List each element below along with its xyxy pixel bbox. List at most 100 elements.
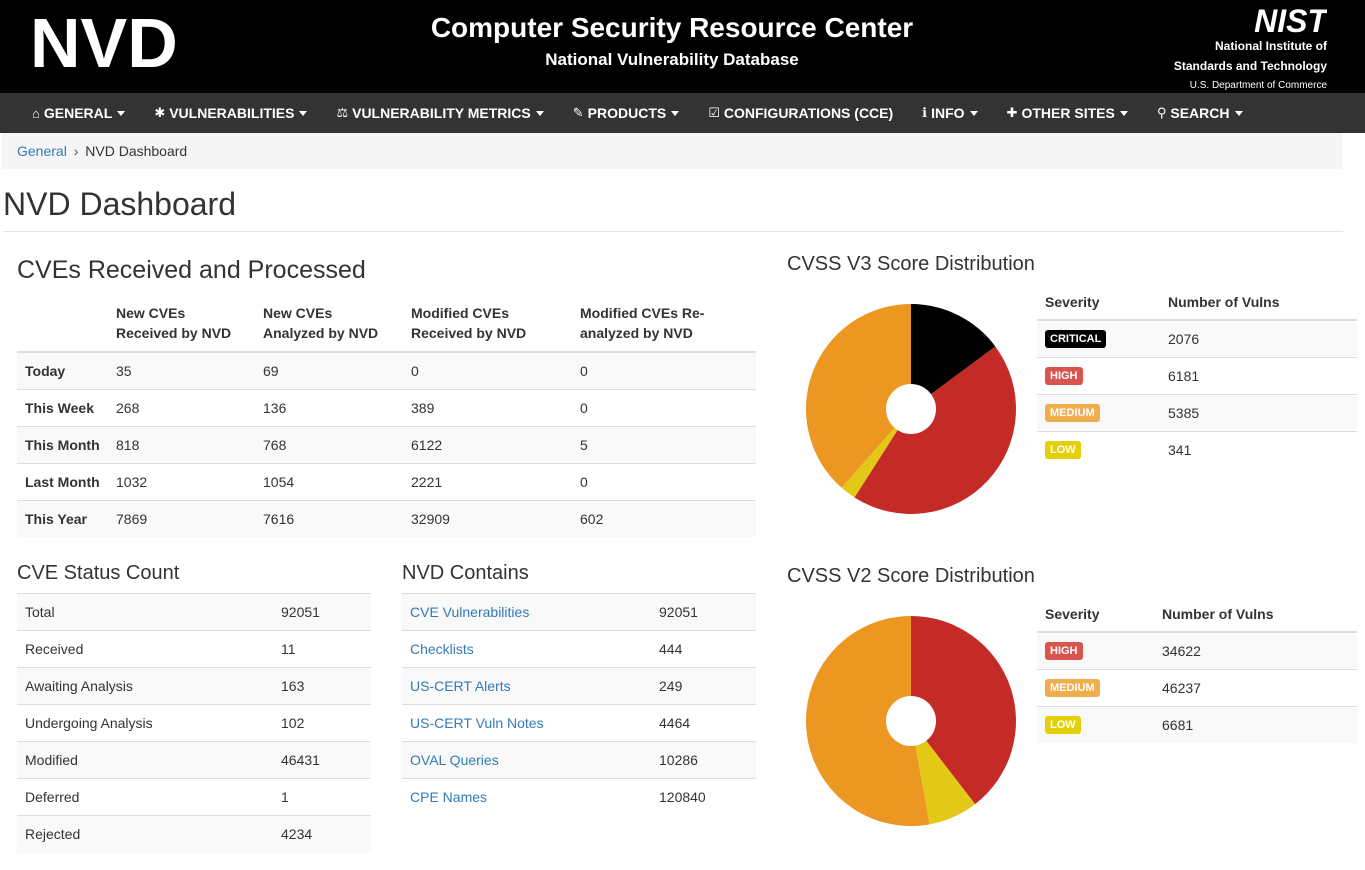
cves-cell: 69 xyxy=(255,351,403,389)
nist-name-line1: National Institute of xyxy=(1215,39,1327,53)
cvss-v3-header-severity: Severity xyxy=(1037,284,1160,321)
status-value: 102 xyxy=(273,704,371,742)
nav-products[interactable]: ✎ PRODUCTS xyxy=(573,93,680,133)
nist-logo-text: NIST xyxy=(1254,6,1327,34)
contains-label-cell: CPE Names xyxy=(402,778,651,816)
severity-badge: MEDIUM xyxy=(1045,679,1100,697)
nist-name-line2: Standards and Technology xyxy=(1173,59,1327,73)
status-table: Total 92051 Received 11 Awaiting Analysis 163… xyxy=(17,593,371,853)
status-label: Modified xyxy=(17,741,273,779)
severity-badge: HIGH xyxy=(1045,642,1083,661)
nav-search[interactable]: ⚲ SEARCH xyxy=(1157,93,1243,133)
contains-row: CPE Names 120840 xyxy=(402,778,756,816)
pie-center-hole xyxy=(886,384,936,434)
cves-header-row: New CVEs Received by NVD New CVEs Analyz… xyxy=(17,297,756,353)
nvd-subtitle[interactable]: National Vulnerability Database xyxy=(0,50,1344,70)
severity-cell: MEDIUM xyxy=(1037,393,1160,431)
nav-label: VULNERABILITIES xyxy=(169,105,295,121)
nav-vulnerability-metrics[interactable]: ⚖ VULNERABILITY METRICS xyxy=(336,93,544,133)
cvss-v3-pie-chart xyxy=(806,304,1017,514)
status-row: Received 11 xyxy=(17,630,371,668)
contains-value: 120840 xyxy=(651,778,756,816)
contains-row: Checklists 444 xyxy=(402,630,756,668)
contains-value: 4464 xyxy=(651,704,756,742)
severity-count: 2076 xyxy=(1160,319,1357,357)
cvss-v2-header-severity: Severity xyxy=(1037,596,1154,633)
contains-link[interactable]: CVE Vulnerabilities xyxy=(410,604,529,620)
nav-info[interactable]: ℹ INFO xyxy=(922,93,978,133)
info-circle-icon: ℹ xyxy=(922,105,928,120)
severity-row: HIGH 34622 xyxy=(1037,631,1357,669)
contains-label-cell: CVE Vulnerabilities xyxy=(402,593,651,631)
caret-down-icon xyxy=(117,110,126,116)
cves-cell: 0 xyxy=(572,462,756,500)
status-label: Undergoing Analysis xyxy=(17,704,273,742)
caret-down-icon xyxy=(969,110,978,116)
cves-cell: 7616 xyxy=(255,499,403,537)
nav-vulnerabilities[interactable]: ✱ VULNERABILITIES xyxy=(154,93,308,133)
cves-row: This Year 7869 7616 32909 602 xyxy=(17,499,756,537)
status-label: Awaiting Analysis xyxy=(17,667,273,705)
plus-icon: ✚ xyxy=(1006,105,1018,120)
severity-row: LOW 6681 xyxy=(1037,705,1357,743)
cvss-v3-title: CVSS V3 Score Distribution xyxy=(787,253,1035,275)
nist-logo[interactable]: NIST xyxy=(1229,6,1327,34)
status-row: Deferred 1 xyxy=(17,778,371,816)
cves-cell: 0 xyxy=(572,388,756,426)
severity-badge: LOW xyxy=(1045,716,1081,735)
status-value: 1 xyxy=(273,778,371,816)
severity-cell: LOW xyxy=(1037,705,1154,743)
cves-header-mod-reanalyzed: Modified CVEs Re-analyzed by NVD xyxy=(572,297,756,353)
contains-link[interactable]: US-CERT Vuln Notes xyxy=(410,715,544,731)
cvss-v2-pie-chart xyxy=(806,616,1016,826)
severity-row: MEDIUM 5385 xyxy=(1037,393,1357,431)
breadcrumb: General › NVD Dashboard xyxy=(2,133,1342,169)
cves-cell: 268 xyxy=(108,388,255,426)
severity-cell: MEDIUM xyxy=(1037,668,1154,706)
cves-row-label: This Month xyxy=(17,425,108,463)
contains-link[interactable]: OVAL Queries xyxy=(410,752,499,768)
cves-header-new-received: New CVEs Received by NVD xyxy=(108,297,255,353)
contains-link[interactable]: CPE Names xyxy=(410,789,487,805)
cves-row-label: This Year xyxy=(17,499,108,537)
status-label: Rejected xyxy=(17,815,273,853)
caret-down-icon xyxy=(299,110,308,116)
cves-cell: 818 xyxy=(108,425,255,463)
cves-header-new-analyzed: New CVEs Analyzed by NVD xyxy=(255,297,403,353)
cves-row-label: Today xyxy=(17,351,108,389)
cvss-v3-header-row: Severity Number of Vulns xyxy=(1037,284,1357,321)
status-section-title: CVE Status Count xyxy=(17,562,180,584)
severity-row: HIGH 6181 xyxy=(1037,356,1357,394)
nav-label: GENERAL xyxy=(43,105,113,121)
nist-branding[interactable]: NIST National Institute of Standards and… xyxy=(1174,6,1327,96)
nav-configurations-cce[interactable]: ☑ CONFIGURATIONS (CCE) xyxy=(708,93,893,133)
cvss-v3-table: Severity Number of Vulns CRITICAL 2076 HIG… xyxy=(1037,284,1357,468)
csrc-title[interactable]: Computer Security Resource Center xyxy=(0,12,1344,44)
contains-link[interactable]: US-CERT Alerts xyxy=(410,678,511,694)
breadcrumb-general-link[interactable]: General xyxy=(17,143,67,159)
severity-row: LOW 341 xyxy=(1037,430,1357,468)
nav-label: VULNERABILITY METRICS xyxy=(352,105,531,121)
contains-row: US-CERT Vuln Notes 4464 xyxy=(402,704,756,742)
nav-label: SEARCH xyxy=(1170,105,1230,121)
severity-row: MEDIUM 46237 xyxy=(1037,668,1357,706)
cves-cell: 32909 xyxy=(403,499,572,537)
severity-row: CRITICAL 2076 xyxy=(1037,319,1357,357)
severity-count: 34622 xyxy=(1154,631,1357,669)
caret-down-icon xyxy=(1119,110,1128,116)
site-header: NVD Computer Security Resource Center Na… xyxy=(0,0,1365,93)
severity-cell: HIGH xyxy=(1037,631,1154,669)
cves-header-mod-received: Modified CVEs Received by NVD xyxy=(403,297,572,353)
contains-label-cell: OVAL Queries xyxy=(402,741,651,779)
nav-general[interactable]: ⌂ GENERAL xyxy=(32,93,126,133)
contains-value: 444 xyxy=(651,630,756,668)
breadcrumb-separator: › xyxy=(73,143,79,159)
status-row: Total 92051 xyxy=(17,593,371,631)
cvss-v2-title: CVSS V2 Score Distribution xyxy=(787,565,1035,587)
status-value: 46431 xyxy=(273,741,371,779)
cves-row-label: Last Month xyxy=(17,462,108,500)
nav-other-sites[interactable]: ✚ OTHER SITES xyxy=(1007,93,1128,133)
cves-cell: 136 xyxy=(255,388,403,426)
contains-link[interactable]: Checklists xyxy=(410,641,474,657)
cves-header-blank xyxy=(17,297,108,353)
